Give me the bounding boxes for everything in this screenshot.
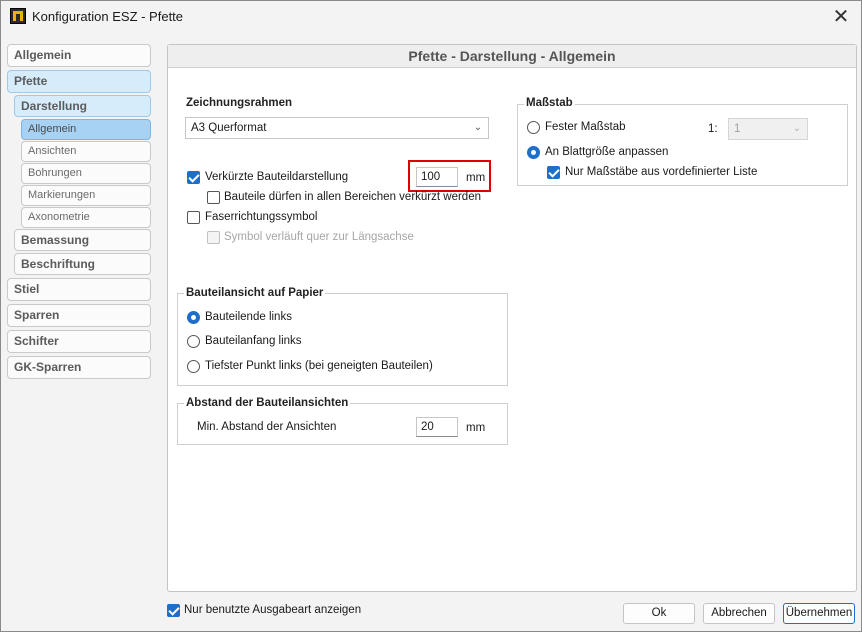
- sidebar-item-schifter[interactable]: Schifter: [7, 330, 151, 353]
- bauteilanfang-links-radio[interactable]: [187, 335, 200, 348]
- ratio-value: 1: [734, 123, 741, 135]
- app-logo-icon: [10, 8, 26, 24]
- bauteilende-links-label: Bauteilende links: [205, 311, 292, 323]
- abstand-title: Abstand der Bauteilansichten: [184, 397, 351, 409]
- massstab-title: Maßstab: [524, 97, 575, 109]
- sidebar-item-darstellung-allgemein[interactable]: Allgemein: [21, 119, 151, 140]
- zeichnungsrahmen-value: A3 Querformat: [191, 122, 267, 134]
- sidebar-item-beschriftung[interactable]: Beschriftung: [14, 253, 151, 275]
- fester-massstab-label: Fester Maßstab: [545, 121, 626, 133]
- vordefinierte-liste-checkbox[interactable]: [547, 166, 560, 179]
- blattgroesse-label: An Blattgröße anpassen: [545, 146, 669, 158]
- alle-bereiche-checkbox[interactable]: [207, 191, 220, 204]
- blattgroesse-radio[interactable]: [527, 146, 540, 159]
- faser-checkbox[interactable]: [187, 211, 200, 224]
- faser-label: Faserrichtungssymbol: [205, 211, 318, 223]
- apply-button[interactable]: Übernehmen: [783, 603, 855, 624]
- ok-button[interactable]: Ok: [623, 603, 695, 624]
- ratio-select[interactable]: 1 ⌄: [728, 118, 808, 140]
- abstand-value-input[interactable]: 20: [416, 417, 458, 437]
- title-bar: Konfiguration ESZ - Pfette ✕: [1, 1, 861, 34]
- verkuerzt-checkbox[interactable]: [187, 171, 200, 184]
- fester-massstab-radio[interactable]: [527, 121, 540, 134]
- close-icon[interactable]: ✕: [827, 3, 855, 31]
- chevron-down-icon: ⌄: [473, 122, 483, 133]
- vordefinierte-liste-label: Nur Maßstäbe aus vordefinierter Liste: [565, 166, 758, 178]
- sidebar-item-sparren[interactable]: Sparren: [7, 304, 151, 327]
- only-used-label: Nur benutzte Ausgabeart anzeigen: [184, 604, 362, 616]
- verkuerzt-unit: mm: [466, 172, 486, 184]
- window-title: Konfiguration ESZ - Pfette: [32, 9, 184, 24]
- sidebar-item-gk-sparren[interactable]: GK-Sparren: [7, 356, 151, 379]
- sidebar-item-ansichten[interactable]: Ansichten: [21, 141, 151, 162]
- sidebar-item-bemassung[interactable]: Bemassung: [14, 229, 151, 251]
- verkuerzt-label: Verkürzte Bauteildarstellung: [205, 171, 349, 183]
- sidebar-item-allgemein[interactable]: Allgemein: [7, 44, 151, 67]
- bauteilansicht-title: Bauteilansicht auf Papier: [184, 287, 326, 299]
- zeichnungsrahmen-title: Zeichnungsrahmen: [184, 97, 295, 109]
- bauteilanfang-links-label: Bauteilanfang links: [205, 335, 302, 347]
- quer-label: Symbol verläuft quer zur Längsachse: [224, 231, 414, 243]
- abstand-unit: mm: [466, 422, 486, 434]
- alle-bereiche-label: Bauteile dürfen in allen Bereichen verkü…: [224, 191, 481, 203]
- ratio-prefix: 1:: [708, 123, 718, 135]
- sidebar-item-bohrungen[interactable]: Bohrungen: [21, 163, 151, 184]
- sidebar-item-darstellung[interactable]: Darstellung: [14, 95, 151, 117]
- sidebar-item-pfette[interactable]: Pfette: [7, 70, 151, 93]
- chevron-down-icon: ⌄: [792, 123, 802, 134]
- tiefster-punkt-radio[interactable]: [187, 360, 200, 373]
- sidebar-item-markierungen[interactable]: Markierungen: [21, 185, 151, 206]
- tiefster-punkt-label: Tiefster Punkt links (bei geneigten Baut…: [205, 360, 433, 372]
- quer-checkbox[interactable]: [207, 231, 220, 244]
- zeichnungsrahmen-select[interactable]: A3 Querformat ⌄: [185, 117, 489, 139]
- abstand-label: Min. Abstand der Ansichten: [197, 421, 337, 433]
- bauteilende-links-radio[interactable]: [187, 311, 200, 324]
- dialog-window: Konfiguration ESZ - Pfette ✕ Allgemein P…: [0, 0, 862, 632]
- cancel-button[interactable]: Abbrechen: [703, 603, 775, 624]
- panel-title: Pfette - Darstellung - Allgemein: [168, 45, 856, 68]
- only-used-checkbox[interactable]: [167, 604, 180, 617]
- sidebar-item-axonometrie[interactable]: Axonometrie: [21, 207, 151, 228]
- sidebar-item-stiel[interactable]: Stiel: [7, 278, 151, 301]
- verkuerzt-value-input[interactable]: 100: [416, 167, 458, 187]
